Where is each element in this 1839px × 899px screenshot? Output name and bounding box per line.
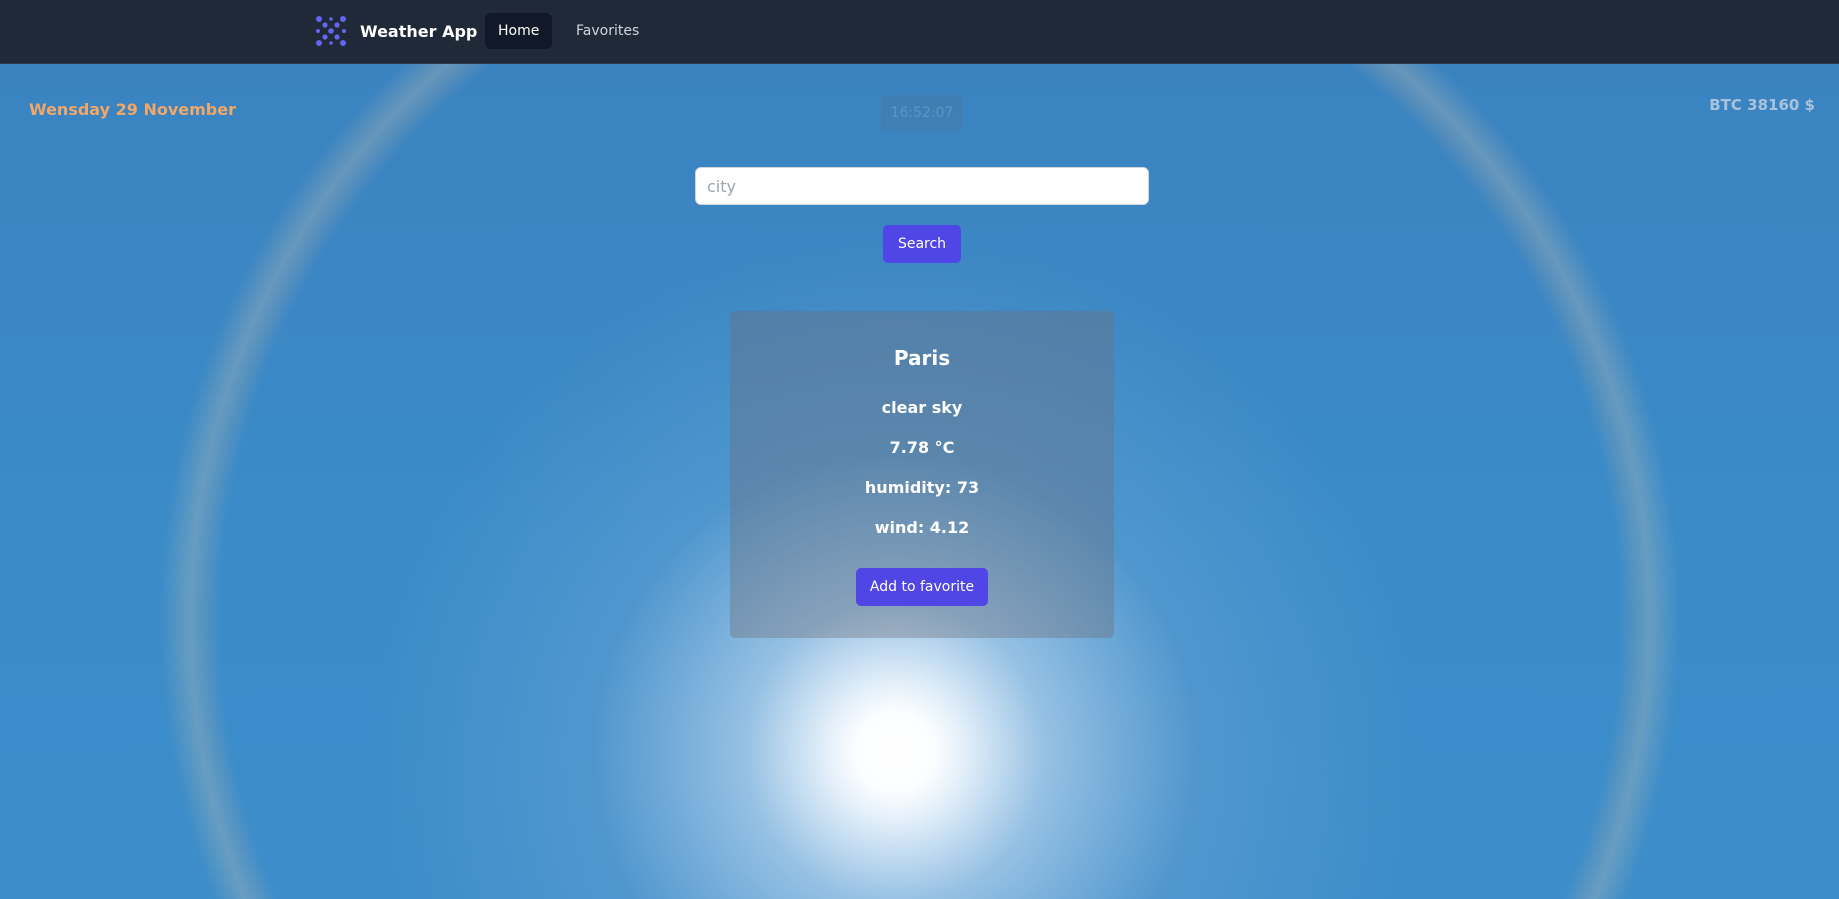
nav-favorites-link[interactable]: Favorites — [563, 13, 652, 49]
brand-name: Weather App — [360, 21, 478, 41]
temperature: 7.78 °C — [889, 438, 955, 457]
current-time: 16:52:07 — [881, 95, 963, 131]
top-navbar: Weather App Home Favorites — [0, 0, 1839, 64]
search-button[interactable]: Search — [883, 225, 961, 263]
dots-logo-icon — [316, 16, 346, 46]
city-name: Paris — [893, 346, 951, 370]
weather-card: Paris clear sky 7.78 °C humidity: 73 win… — [730, 311, 1114, 638]
humidity: humidity: 73 — [864, 478, 980, 497]
current-date: Wensday 29 November — [29, 100, 236, 119]
add-to-favorite-button[interactable]: Add to favorite — [856, 568, 988, 606]
btc-price: BTC 38160 $ — [1709, 96, 1815, 114]
city-search-input[interactable] — [695, 167, 1149, 205]
brand[interactable]: Weather App — [314, 14, 477, 48]
wind: wind: 4.12 — [874, 518, 970, 537]
weather-description: clear sky — [881, 398, 963, 417]
nav-home-link[interactable]: Home — [485, 13, 553, 49]
